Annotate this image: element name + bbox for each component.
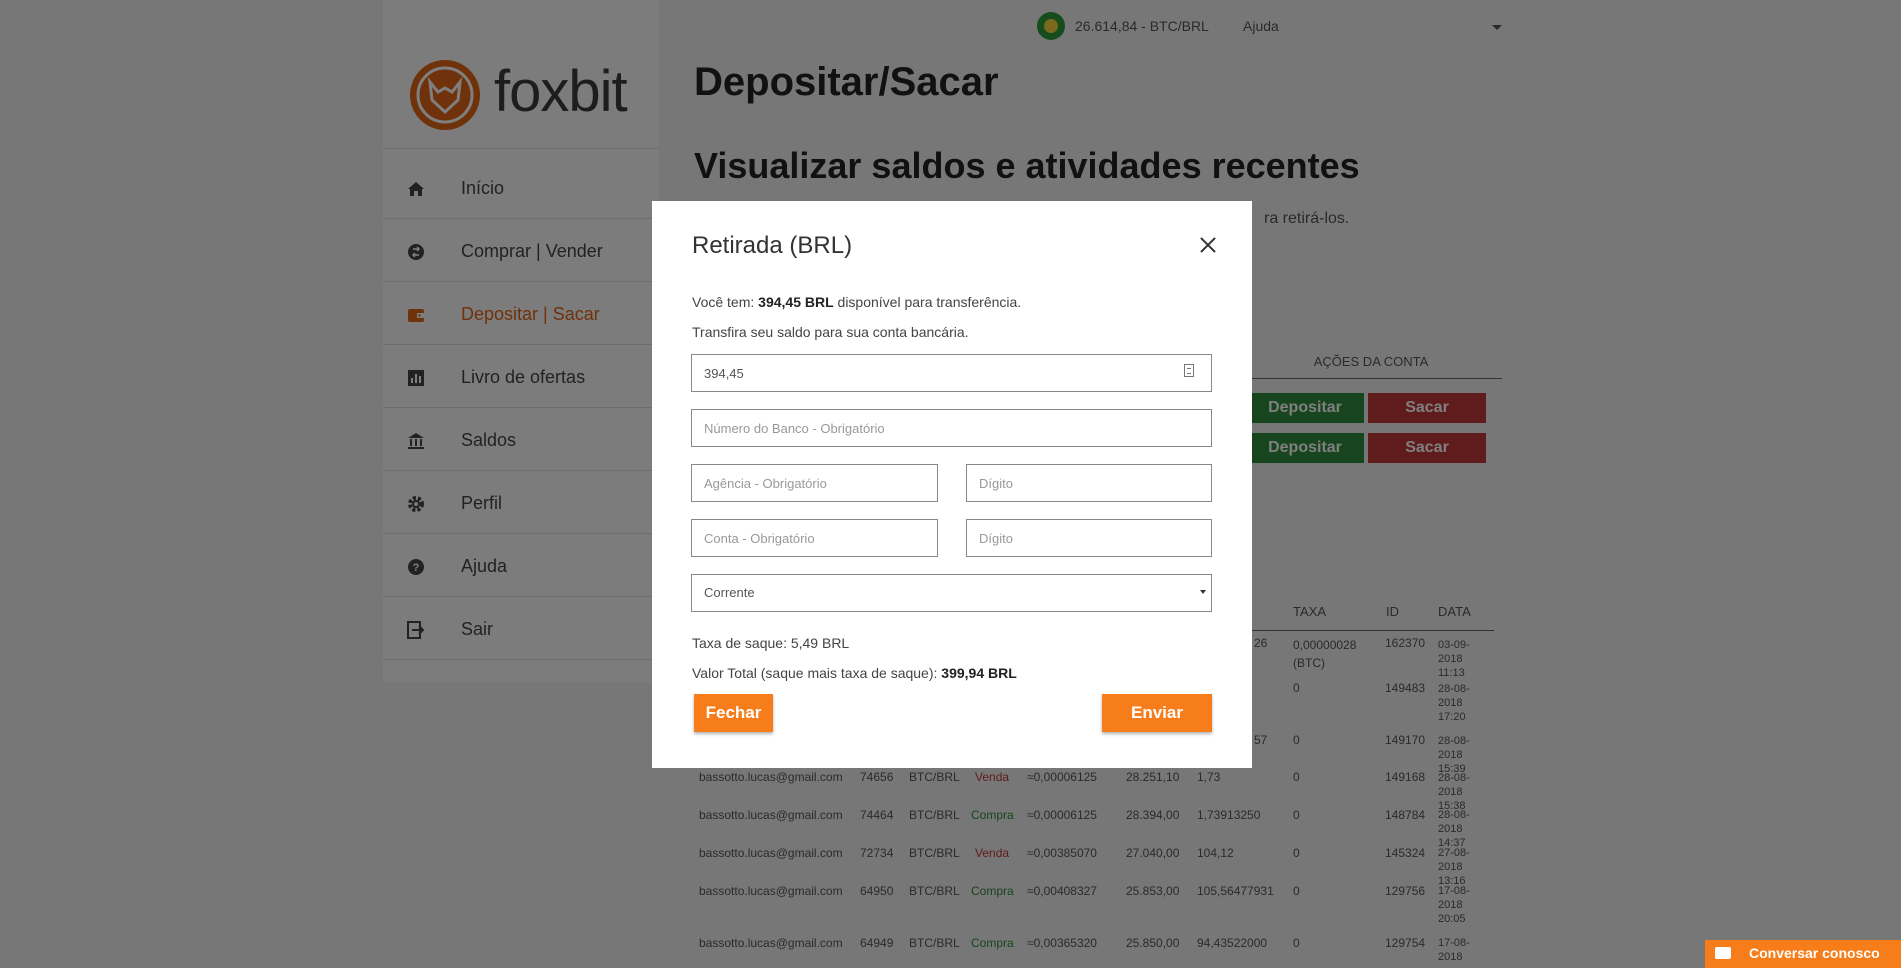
- account-input[interactable]: [691, 519, 938, 557]
- account-digit-input[interactable]: [966, 519, 1212, 557]
- account-type-value: Corrente: [704, 585, 755, 600]
- withdraw-modal: Retirada (BRL) Você tem: 394,45 BRL disp…: [652, 201, 1252, 768]
- agency-digit-input[interactable]: [966, 464, 1212, 502]
- chevron-down-icon[interactable]: [1200, 590, 1206, 594]
- bank-number-input[interactable]: [691, 409, 1212, 447]
- available-balance-text: Você tem: 394,45 BRL disponível para tra…: [692, 294, 1021, 310]
- transfer-instructions: Transfira seu saldo para sua conta bancá…: [692, 324, 969, 340]
- close-button[interactable]: Fechar: [694, 694, 773, 732]
- chat-bubble-icon: [1715, 947, 1731, 959]
- total-amount: 399,94 BRL: [941, 665, 1017, 681]
- close-icon[interactable]: [1197, 234, 1219, 256]
- total-prefix: Valor Total (saque mais taxa de saque):: [692, 665, 942, 681]
- available-amount: 394,45 BRL: [758, 294, 834, 310]
- amount-input[interactable]: [691, 354, 1212, 392]
- submit-button[interactable]: Enviar: [1102, 694, 1212, 732]
- available-prefix: Você tem:: [692, 294, 759, 310]
- calculator-icon[interactable]: [1184, 364, 1194, 377]
- available-suffix: disponível para transferência.: [833, 294, 1022, 310]
- withdraw-fee-text: Taxa de saque: 5,49 BRL: [692, 635, 850, 651]
- account-type-select[interactable]: Corrente: [691, 574, 1212, 612]
- app-root: foxbit Início Comprar | Vender Depositar…: [0, 0, 1901, 968]
- chat-label: Conversar conosco: [1749, 945, 1880, 961]
- agency-input[interactable]: [691, 464, 938, 502]
- chat-button[interactable]: Conversar conosco: [1705, 940, 1901, 968]
- total-value-text: Valor Total (saque mais taxa de saque): …: [692, 665, 1017, 681]
- modal-title: Retirada (BRL): [692, 232, 853, 259]
